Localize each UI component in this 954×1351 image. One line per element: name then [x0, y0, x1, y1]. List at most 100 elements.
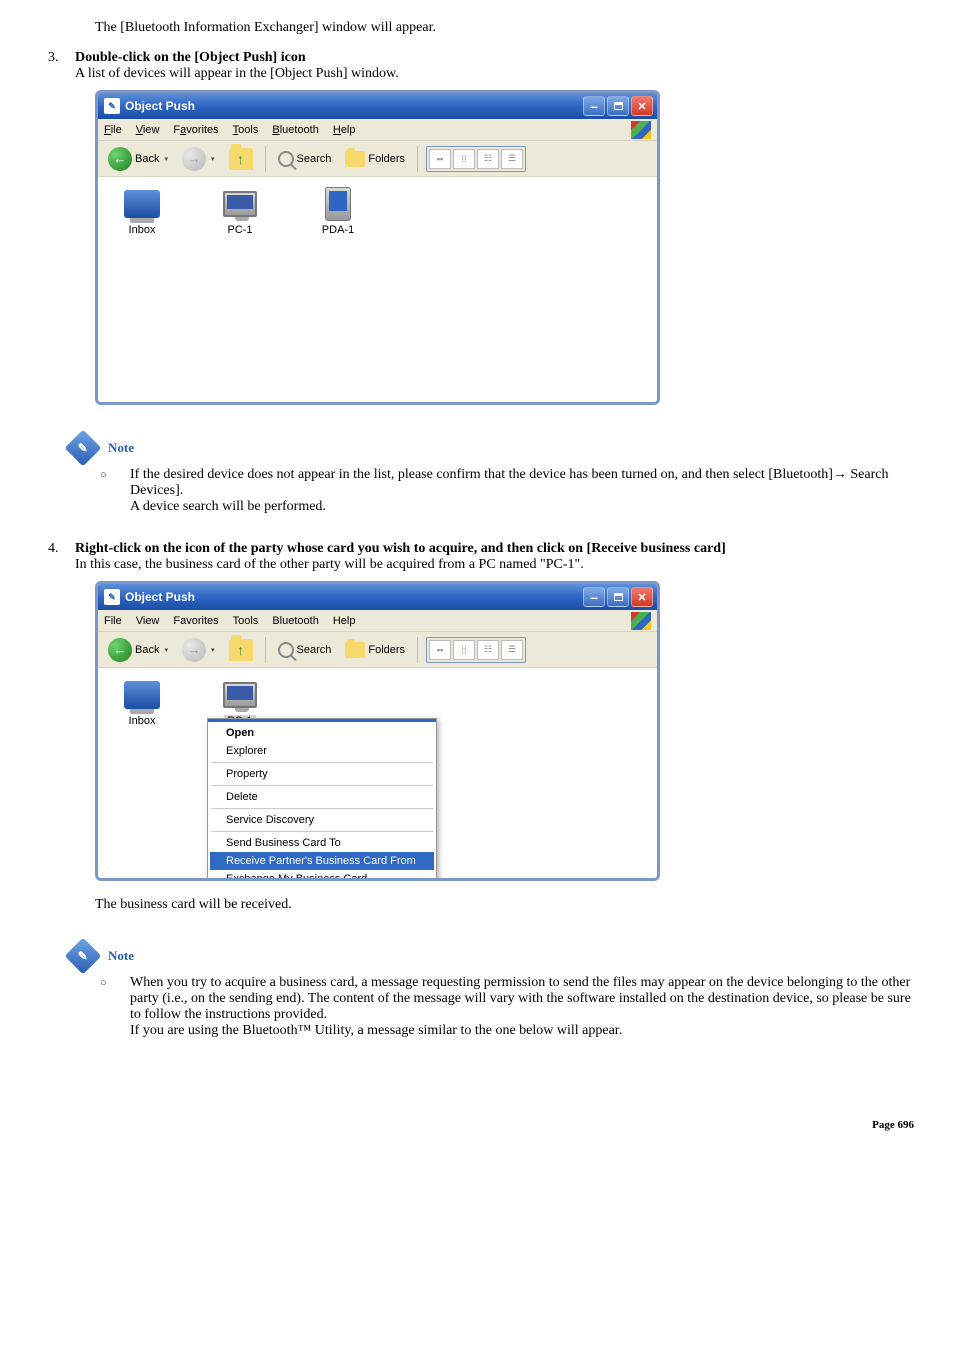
menu-bluetooth[interactable]: Bluetooth [272, 615, 318, 627]
step-3-title: Double-click on the [Object Push] icon [75, 50, 914, 66]
step-3-number: 3. [40, 50, 75, 82]
pda1-label: PDA-1 [322, 224, 354, 236]
back-label: Back [135, 153, 159, 165]
folders-label: Folders [368, 153, 405, 165]
up-button[interactable]: ↑ [225, 146, 257, 172]
ctx-explorer[interactable]: Explorer [210, 742, 434, 760]
step-3-desc: A list of devices will appear in the [Ob… [75, 66, 914, 82]
note-icon: ✎ [65, 430, 102, 467]
device-area: Inbox PC-1 Open Explorer Property Delete… [98, 668, 657, 878]
window-title: Object Push [125, 99, 195, 113]
view-mode-details-icon[interactable]: ☰ [501, 149, 523, 169]
window-icon: ✎ [104, 589, 120, 605]
step-4: 4. Right-click on the icon of the party … [40, 541, 914, 573]
back-button[interactable]: ← Back ▾ [104, 636, 172, 664]
folder-icon [345, 151, 365, 167]
folder-icon [345, 642, 365, 658]
page-number: Page 696 [40, 1119, 914, 1131]
chevron-down-icon: ▾ [164, 646, 168, 654]
close-button[interactable]: ✕ [631, 96, 653, 116]
pda-icon [325, 187, 351, 221]
ctx-property[interactable]: Property [210, 765, 434, 783]
context-menu-accent [208, 719, 436, 722]
menu-file[interactable]: File [104, 615, 122, 627]
search-label: Search [297, 644, 332, 656]
pc-icon [223, 191, 257, 217]
view-mode-large-icon[interactable]: ▪▪ [429, 640, 451, 660]
ctx-open[interactable]: Open [210, 724, 434, 742]
bullet-icon: ○ [100, 467, 130, 515]
toolbar: ← Back ▾ → ▾ ↑ Search Folders ▪▪ ⁞⁞ ☷ ☰ [98, 632, 657, 668]
search-button[interactable]: Search [274, 640, 336, 660]
titlebar: ✎ Object Push – ✕ [98, 93, 657, 119]
menu-favorites[interactable]: Favorites [173, 124, 218, 136]
close-button[interactable]: ✕ [631, 587, 653, 607]
ctx-service-discovery[interactable]: Service Discovery [210, 811, 434, 829]
inbox-icon [124, 190, 160, 218]
menu-view[interactable]: View [136, 124, 160, 136]
menubar: File View Favorites Tools Bluetooth Help [98, 119, 657, 141]
ctx-delete[interactable]: Delete [210, 788, 434, 806]
forward-button[interactable]: → ▾ [178, 636, 219, 664]
chevron-down-icon: ▾ [164, 155, 168, 163]
note-2-item: ○ When you try to acquire a business car… [100, 975, 914, 1039]
menubar: File View Favorites Tools Bluetooth Help [98, 610, 657, 632]
folders-button[interactable]: Folders [341, 640, 409, 660]
note-heading: ✎ Note [70, 435, 914, 461]
view-mode-details-icon[interactable]: ☰ [501, 640, 523, 660]
maximize-button[interactable] [607, 587, 629, 607]
menu-tools[interactable]: Tools [233, 615, 259, 627]
note-label-2: Note [108, 948, 134, 964]
pc-icon [223, 682, 257, 708]
forward-arrow-icon: → [182, 638, 206, 662]
view-mode-buttons: ▪▪ ⁞⁞ ☷ ☰ [426, 637, 526, 663]
view-mode-list-icon[interactable]: ☷ [477, 640, 499, 660]
menu-help[interactable]: Help [333, 124, 356, 136]
toolbar-separator [417, 637, 418, 663]
minimize-button[interactable]: – [583, 96, 605, 116]
pc1-device[interactable]: PC-1 Open Explorer Property Delete Servi… [210, 678, 270, 727]
back-label: Back [135, 644, 159, 656]
toolbar-separator [417, 146, 418, 172]
toolbar: ← Back ▾ → ▾ ↑ Search Folders ▪▪ ⁞⁞ ☷ ☰ [98, 141, 657, 177]
pc1-device[interactable]: PC-1 [210, 187, 270, 236]
chevron-down-icon: ▾ [211, 646, 215, 654]
context-menu-divider [211, 831, 433, 832]
window-title: Object Push [125, 590, 195, 604]
folder-up-icon: ↑ [229, 148, 253, 170]
toolbar-separator [265, 637, 266, 663]
minimize-button[interactable]: – [583, 587, 605, 607]
inbox-device[interactable]: Inbox [112, 187, 172, 236]
menu-tools[interactable]: Tools [233, 124, 259, 136]
menu-view[interactable]: View [136, 615, 160, 627]
forward-button[interactable]: → ▾ [178, 145, 219, 173]
note-label: Note [108, 440, 134, 456]
note-1-item: ○ If the desired device does not appear … [100, 467, 914, 515]
ctx-exchange-card[interactable]: Exchange My Business Card [210, 870, 434, 881]
view-mode-small-icon[interactable]: ⁞⁞ [453, 640, 475, 660]
view-mode-list-icon[interactable]: ☷ [477, 149, 499, 169]
view-mode-small-icon[interactable]: ⁞⁞ [453, 149, 475, 169]
context-menu-divider [211, 785, 433, 786]
back-button[interactable]: ← Back ▾ [104, 145, 172, 173]
inbox-device[interactable]: Inbox [112, 678, 172, 727]
ctx-send-card[interactable]: Send Business Card To [210, 834, 434, 852]
note-1-text-b: A device search will be performed. [130, 499, 914, 515]
up-button[interactable]: ↑ [225, 637, 257, 663]
menu-file[interactable]: File [104, 124, 122, 136]
menu-favorites[interactable]: Favorites [173, 615, 218, 627]
step-4-number: 4. [40, 541, 75, 573]
search-button[interactable]: Search [274, 149, 336, 169]
note-2-text-a: When you try to acquire a business card,… [130, 975, 914, 1023]
menu-help[interactable]: Help [333, 615, 356, 627]
windows-flag-icon [631, 121, 651, 139]
view-mode-large-icon[interactable]: ▪▪ [429, 149, 451, 169]
ctx-receive-card[interactable]: Receive Partner's Business Card From [210, 852, 434, 870]
search-icon [278, 642, 294, 658]
folders-button[interactable]: Folders [341, 149, 409, 169]
menu-bluetooth[interactable]: Bluetooth [272, 124, 319, 136]
pda1-device[interactable]: PDA-1 [308, 187, 368, 236]
back-arrow-icon: ← [108, 638, 132, 662]
inbox-label: Inbox [129, 715, 156, 727]
maximize-button[interactable] [607, 96, 629, 116]
